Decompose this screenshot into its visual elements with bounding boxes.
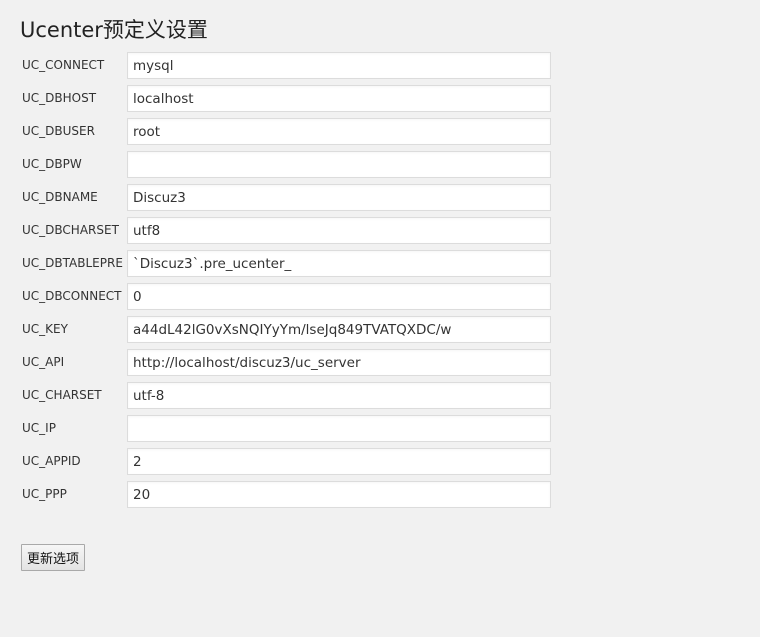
settings-form: UC_CONNECT UC_DBHOST UC_DBUSER UC_DBPW U… [0, 52, 760, 514]
setting-row-uc-connect: UC_CONNECT [0, 52, 760, 85]
uc-dbuser-input[interactable] [127, 118, 551, 145]
setting-row-uc-dbpw: UC_DBPW [0, 151, 760, 184]
uc-key-input[interactable] [127, 316, 551, 343]
uc-appid-input[interactable] [127, 448, 551, 475]
uc-ppp-input[interactable] [127, 481, 551, 508]
setting-row-uc-dbconnect: UC_DBCONNECT [0, 283, 760, 316]
uc-appid-label: UC_APPID [22, 454, 81, 468]
setting-row-uc-dbcharset: UC_DBCHARSET [0, 217, 760, 250]
uc-api-label: UC_API [22, 355, 65, 369]
uc-dbtablepre-label: UC_DBTABLEPRE [22, 256, 123, 270]
setting-row-uc-dbhost: UC_DBHOST [0, 85, 760, 118]
setting-row-uc-dbuser: UC_DBUSER [0, 118, 760, 151]
setting-row-uc-dbname: UC_DBNAME [0, 184, 760, 217]
uc-api-input[interactable] [127, 349, 551, 376]
uc-dbpw-label: UC_DBPW [22, 157, 82, 171]
uc-dbpw-input[interactable] [127, 151, 551, 178]
uc-dbcharset-input[interactable] [127, 217, 551, 244]
uc-dbcharset-label: UC_DBCHARSET [22, 223, 119, 237]
uc-dbconnect-label: UC_DBCONNECT [22, 289, 122, 303]
uc-key-label: UC_KEY [22, 322, 68, 336]
setting-row-uc-api: UC_API [0, 349, 760, 382]
setting-row-uc-dbtablepre: UC_DBTABLEPRE [0, 250, 760, 283]
uc-charset-label: UC_CHARSET [22, 388, 102, 402]
setting-row-uc-charset: UC_CHARSET [0, 382, 760, 415]
setting-row-uc-key: UC_KEY [0, 316, 760, 349]
setting-row-uc-ip: UC_IP [0, 415, 760, 448]
update-options-button[interactable]: 更新选项 [21, 544, 86, 571]
uc-connect-input[interactable] [127, 52, 551, 79]
uc-dbuser-label: UC_DBUSER [22, 124, 95, 138]
uc-dbname-label: UC_DBNAME [22, 190, 98, 204]
uc-charset-input[interactable] [127, 382, 551, 409]
uc-ip-input[interactable] [127, 415, 551, 442]
uc-dbconnect-input[interactable] [127, 283, 551, 310]
uc-ppp-label: UC_PPP [22, 487, 67, 501]
page-title: Ucenter预定义设置 [20, 18, 208, 42]
setting-row-uc-appid: UC_APPID [0, 448, 760, 481]
uc-dbname-input[interactable] [127, 184, 551, 211]
uc-dbhost-input[interactable] [127, 85, 551, 112]
uc-dbhost-label: UC_DBHOST [22, 91, 97, 105]
setting-row-uc-ppp: UC_PPP [0, 481, 760, 514]
uc-dbtablepre-input[interactable] [127, 250, 551, 277]
uc-connect-label: UC_CONNECT [22, 58, 105, 72]
uc-ip-label: UC_IP [22, 421, 56, 435]
